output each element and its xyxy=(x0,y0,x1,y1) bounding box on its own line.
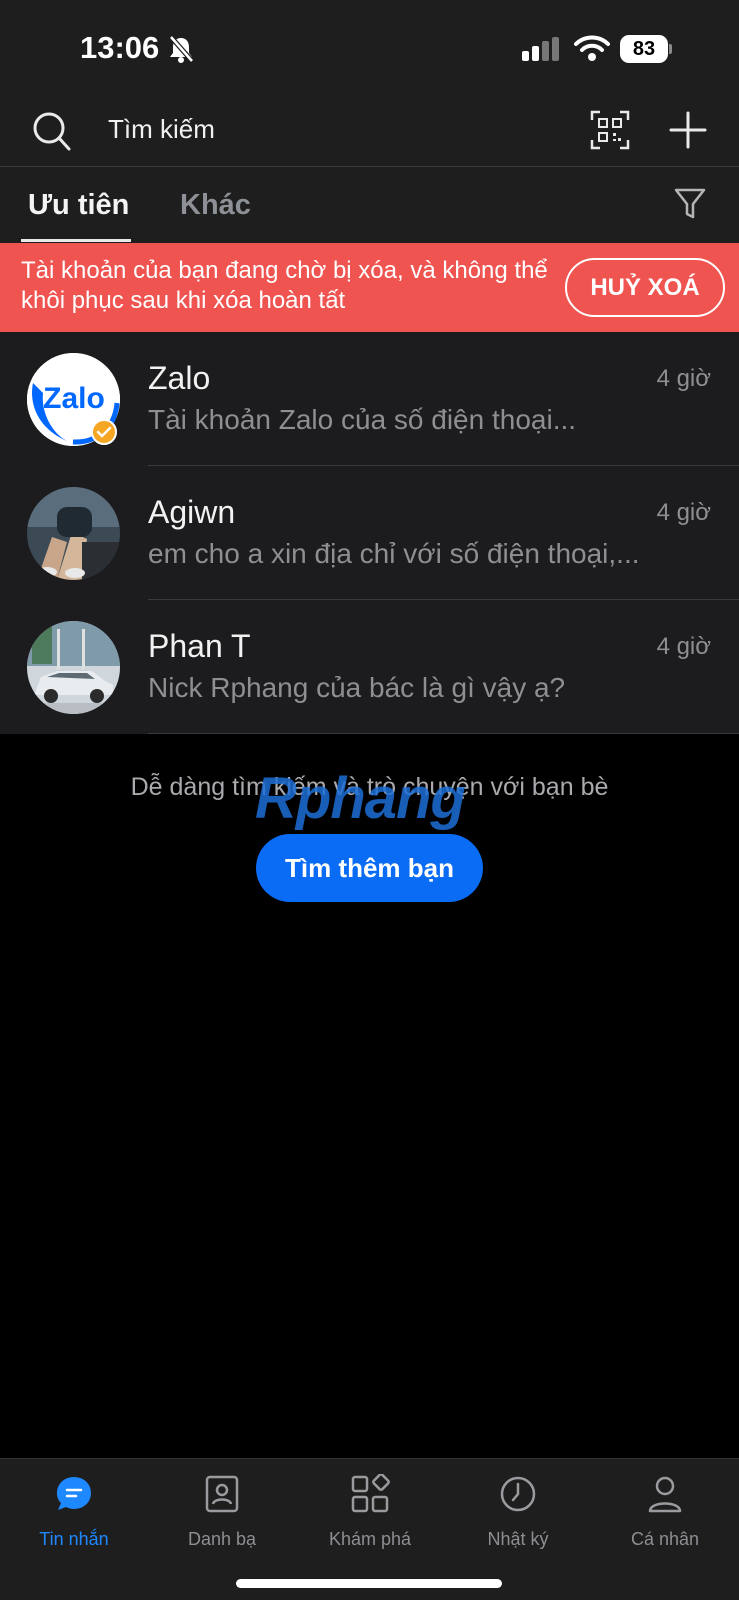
avatar xyxy=(27,621,120,714)
add-icon[interactable] xyxy=(668,110,708,150)
status-bar: 13:06 83 xyxy=(0,0,739,100)
nav-label: Nhật ký xyxy=(487,1529,549,1549)
qr-scan-icon[interactable] xyxy=(590,110,630,150)
chat-preview: em cho a xin địa chỉ với số điện thoại,.… xyxy=(148,538,640,569)
discover-icon xyxy=(351,1474,390,1513)
nav-label: Tin nhắn xyxy=(39,1529,109,1549)
chat-time: 4 giờ xyxy=(656,365,711,392)
chat-time: 4 giờ xyxy=(656,499,711,526)
account-deletion-banner: Tài khoản của bạn đang chờ bị xóa, và kh… xyxy=(0,243,739,332)
nav-label: Danh bạ xyxy=(187,1529,257,1549)
zalo-logo-text: Zalo xyxy=(43,382,105,415)
verified-badge-icon xyxy=(91,419,117,445)
search-input[interactable]: Tìm kiếm xyxy=(108,114,215,145)
car-photo-icon xyxy=(27,621,120,714)
search-icon[interactable] xyxy=(32,111,72,153)
cellular-signal-icon xyxy=(522,37,559,61)
chat-item-zalo[interactable]: Zalo Zalo 4 giờ Tài khoản Zalo của số đi… xyxy=(0,332,739,466)
wifi-icon xyxy=(574,35,610,61)
avatar xyxy=(27,487,120,580)
battery-level: 83 xyxy=(632,38,656,60)
chat-item-phan-t[interactable]: Phan T 4 giờ Nick Rphang của bác là gì v… xyxy=(0,600,739,734)
home-indicator xyxy=(236,1579,502,1588)
chat-name: Phan T xyxy=(148,628,251,664)
chat-list: Zalo Zalo 4 giờ Tài khoản Zalo của số đi… xyxy=(0,332,739,734)
chat-name: Agiwn xyxy=(148,494,236,530)
divider xyxy=(148,733,739,734)
chat-preview: Nick Rphang của bác là gì vậy ạ? xyxy=(148,672,566,703)
chat-item-agiwn[interactable]: Agiwn 4 giờ em cho a xin địa chỉ với số … xyxy=(0,466,739,600)
avatar: Zalo xyxy=(27,353,120,446)
profile-icon xyxy=(648,1476,682,1513)
tab-underline xyxy=(21,239,131,242)
filter-icon[interactable] xyxy=(674,187,706,221)
contacts-icon xyxy=(205,1475,239,1513)
nav-label: Khám phá xyxy=(328,1529,412,1549)
nav-label: Cá nhân xyxy=(630,1529,700,1549)
battery-indicator: 83 xyxy=(620,35,672,63)
find-friends-button[interactable]: Tìm thêm bạn xyxy=(256,834,483,902)
undo-delete-button[interactable]: HUỶ XOÁ xyxy=(565,258,725,317)
nav-timeline[interactable]: Nhật ký xyxy=(444,1471,592,1550)
nav-contacts[interactable]: Danh bạ xyxy=(148,1471,296,1550)
nav-profile[interactable]: Cá nhân xyxy=(591,1471,739,1550)
tab-priority[interactable]: Ưu tiên xyxy=(28,189,129,222)
status-time: 13:06 xyxy=(80,30,160,65)
watermark-logo: Rphang xyxy=(255,766,466,831)
banner-text: Tài khoản của bạn đang chờ bị xóa, và kh… xyxy=(21,257,548,314)
nav-messages[interactable]: Tin nhắn xyxy=(0,1471,148,1550)
person-photo-icon xyxy=(27,487,120,580)
chat-icon xyxy=(57,1477,91,1510)
search-bar: Tìm kiếm xyxy=(0,100,739,167)
chat-name: Zalo xyxy=(148,360,211,396)
chat-preview: Tài khoản Zalo của số điện thoại... xyxy=(148,404,577,435)
message-tabs: Ưu tiên Khác xyxy=(0,167,739,243)
tab-other[interactable]: Khác xyxy=(180,189,251,222)
clock-icon xyxy=(500,1476,536,1512)
nav-discover[interactable]: Khám phá xyxy=(296,1471,444,1550)
bell-muted-icon xyxy=(169,35,194,63)
chat-time: 4 giờ xyxy=(656,633,711,660)
